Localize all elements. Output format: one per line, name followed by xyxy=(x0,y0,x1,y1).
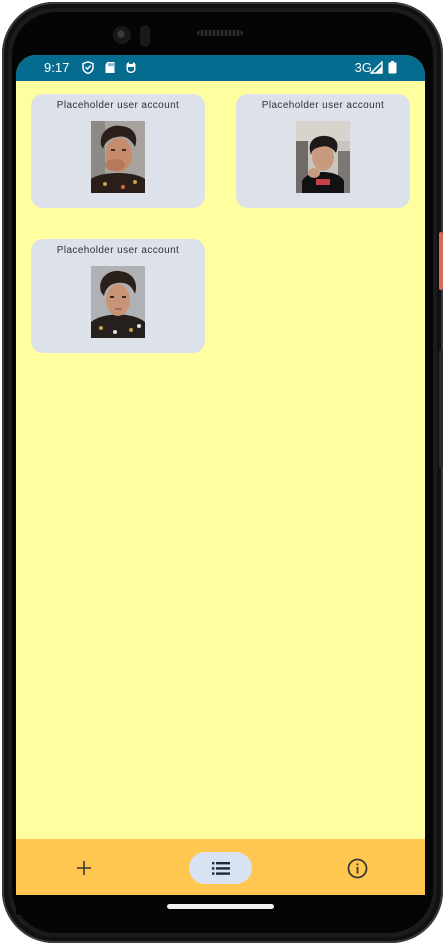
bottom-navigation xyxy=(16,839,425,895)
profile-photo xyxy=(91,266,145,338)
screen: 9:17 3G Placeholder user account Placeho… xyxy=(16,55,425,895)
account-card[interactable]: Placeholder user account xyxy=(31,239,205,353)
list-icon xyxy=(211,861,230,875)
gesture-bar[interactable] xyxy=(167,904,274,909)
battery-icon xyxy=(388,61,397,74)
account-card[interactable]: Placeholder user account xyxy=(236,94,410,208)
account-label: Placeholder user account xyxy=(56,245,180,256)
list-view-button[interactable] xyxy=(189,852,252,884)
account-card[interactable]: Placeholder user account xyxy=(31,94,205,208)
add-icon xyxy=(77,861,91,875)
cat-face-icon xyxy=(126,62,136,73)
account-grid: Placeholder user account Placeholder use… xyxy=(16,81,425,839)
account-label: Placeholder user account xyxy=(56,100,180,111)
power-button xyxy=(439,232,443,290)
profile-photo xyxy=(91,121,145,193)
front-camera xyxy=(113,26,131,44)
status-time: 9:17 xyxy=(44,60,70,75)
vpn-shield-icon xyxy=(82,61,94,74)
volume-button xyxy=(439,350,443,468)
signal-icon xyxy=(370,61,383,74)
profile-photo xyxy=(296,121,350,193)
info-icon xyxy=(347,858,367,878)
account-label: Placeholder user account xyxy=(261,100,385,111)
sd-card-icon xyxy=(105,62,115,73)
earpiece-speaker xyxy=(197,30,243,36)
status-bar: 9:17 3G xyxy=(16,55,425,81)
info-button[interactable] xyxy=(343,852,371,884)
proximity-sensor xyxy=(140,25,150,47)
add-account-button[interactable] xyxy=(70,852,98,884)
